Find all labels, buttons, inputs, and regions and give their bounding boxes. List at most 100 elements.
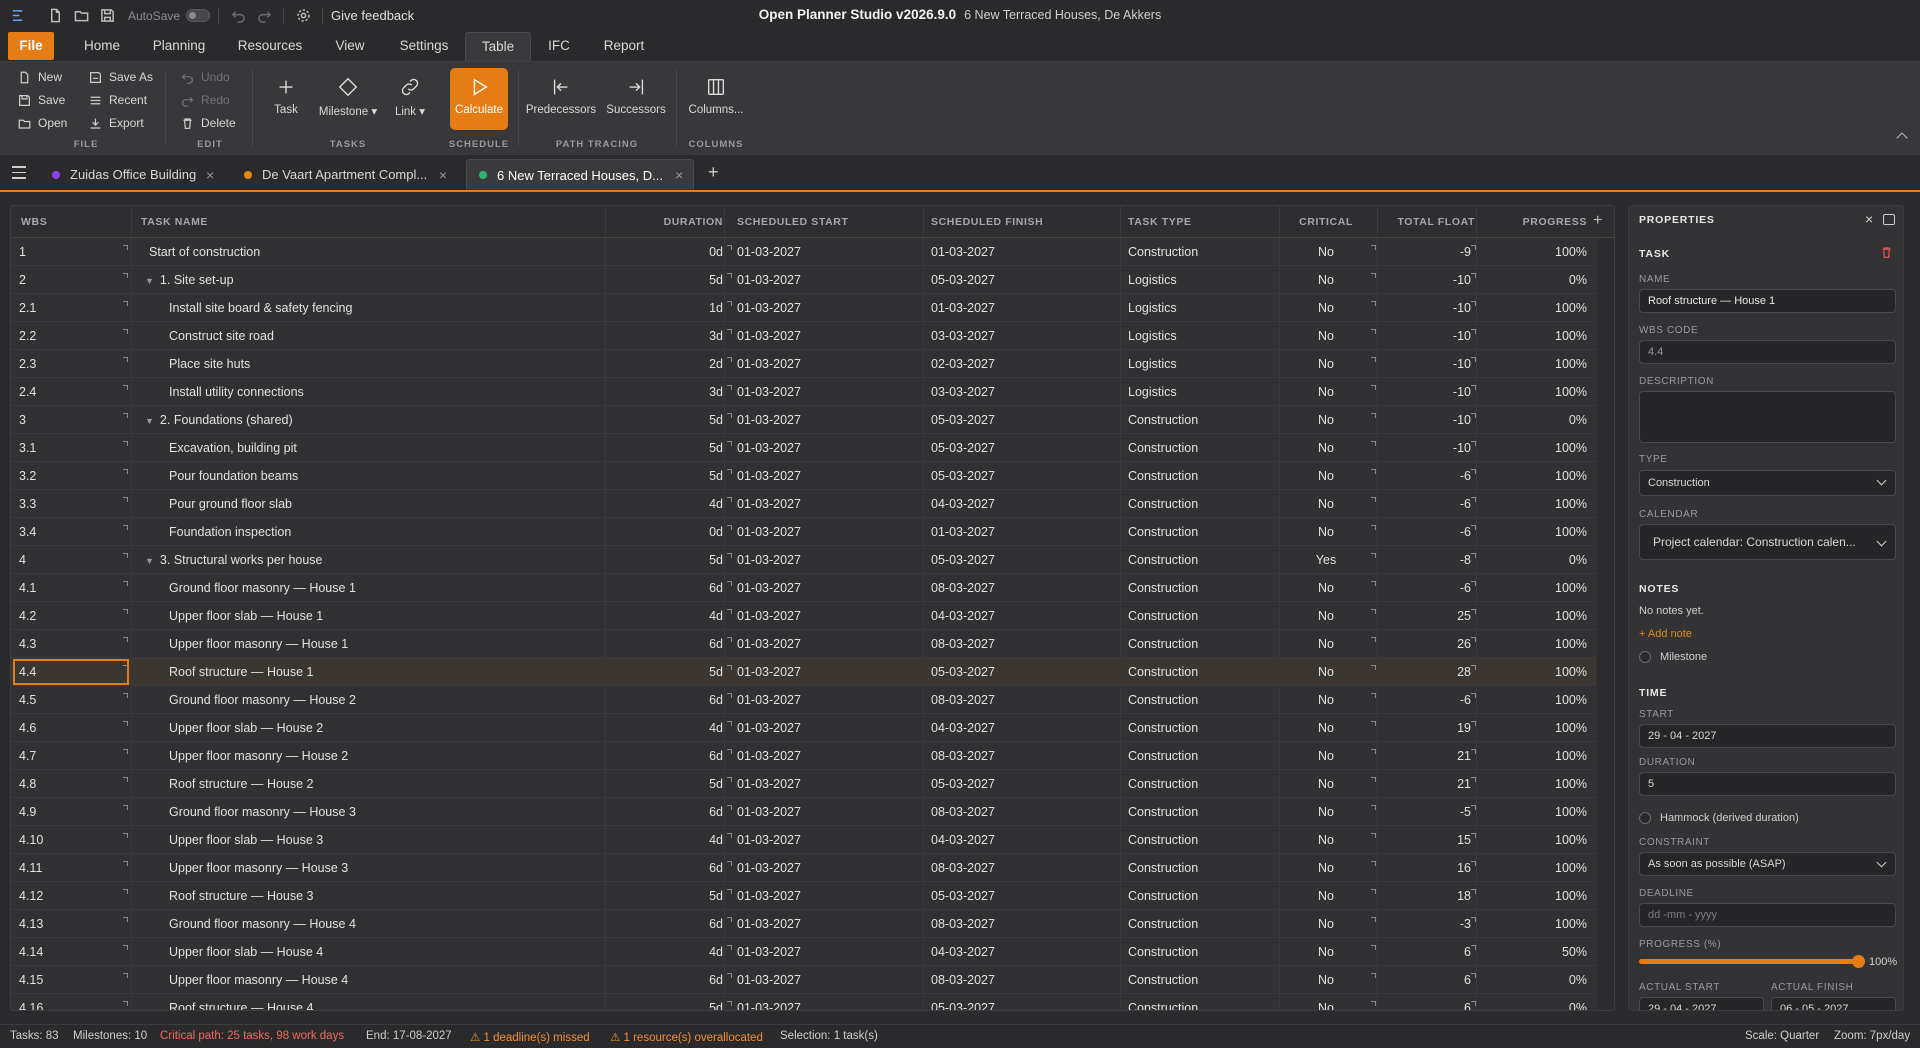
table-row[interactable]: 4.12 Roof structure — House 3 5d 01-03-2027… [11, 882, 1596, 910]
table-row[interactable]: 3.3 Pour ground floor slab 4d 01-03-2027 04-… [11, 490, 1596, 518]
task-type-select[interactable]: Construction [1639, 470, 1896, 496]
cell-wbs[interactable]: 4.10 [19, 826, 119, 854]
table-row[interactable]: 4.5 Ground floor masonry — House 2 6d 01-03… [11, 686, 1596, 714]
table-row[interactable]: 4.2 Upper floor slab — House 1 4d 01-03-202… [11, 602, 1596, 630]
status-critical-path[interactable]: Critical path: 25 tasks, 98 work days [160, 1030, 344, 1042]
cell-wbs[interactable]: 2.1 [19, 294, 119, 322]
cell-wbs[interactable]: 4.4 [19, 658, 119, 686]
redo-icon[interactable] [253, 5, 275, 27]
cell-progress[interactable]: 100% [1477, 826, 1587, 854]
cell-duration[interactable]: 6d [611, 966, 723, 994]
cell-total-float[interactable]: -8 [1377, 546, 1471, 574]
cell-task-name[interactable]: Roof structure — House 4 [169, 994, 595, 1010]
cell-task-type[interactable]: Construction [1128, 406, 1268, 434]
cell-scheduled-start[interactable]: 01-03-2027 [737, 714, 917, 742]
cell-task-type[interactable]: Construction [1128, 630, 1268, 658]
status-zoom[interactable]: Zoom: 7px/day [1834, 1030, 1910, 1042]
cell-duration[interactable]: 5d [611, 434, 723, 462]
cell-total-float[interactable]: -9 [1377, 238, 1471, 266]
calendar-select[interactable]: Project calendar: Construction calen... [1639, 524, 1896, 560]
cell-scheduled-start[interactable]: 01-03-2027 [737, 350, 917, 378]
cell-wbs[interactable]: 4.12 [19, 882, 119, 910]
cell-scheduled-finish[interactable]: 05-03-2027 [931, 434, 1111, 462]
cell-scheduled-finish[interactable]: 05-03-2027 [931, 994, 1111, 1010]
cell-wbs[interactable]: 4.9 [19, 798, 119, 826]
cell-task-type[interactable]: Construction [1128, 938, 1268, 966]
status-overallocation-warning[interactable]: ⚠ 1 resource(s) overallocated [610, 1030, 763, 1044]
cell-critical[interactable]: No [1279, 854, 1373, 882]
cell-duration[interactable]: 5d [611, 994, 723, 1010]
collapse-ribbon-chevron-icon[interactable] [1896, 132, 1908, 144]
menu-tab-home[interactable]: Home [72, 32, 132, 60]
dock-panel-icon[interactable] [1883, 214, 1895, 225]
column-header-scheduled-finish[interactable]: SCHEDULED FINISH [931, 206, 1043, 238]
cell-duration[interactable]: 6d [611, 742, 723, 770]
save-button[interactable]: Save [18, 91, 65, 109]
add-task-button[interactable]: Task [266, 68, 306, 130]
table-row[interactable]: 4.4 Roof structure — House 1 5d 01-03-2027 0… [11, 658, 1596, 686]
cell-task-name[interactable]: Upper floor slab — House 3 [169, 826, 595, 854]
cell-scheduled-finish[interactable]: 05-03-2027 [931, 406, 1111, 434]
cell-task-type[interactable]: Construction [1128, 910, 1268, 938]
cell-task-type[interactable]: Logistics [1128, 266, 1268, 294]
cell-scheduled-start[interactable]: 01-03-2027 [737, 966, 917, 994]
undo-icon[interactable] [227, 5, 249, 27]
cell-critical[interactable]: No [1279, 406, 1373, 434]
cell-scheduled-finish[interactable]: 05-03-2027 [931, 882, 1111, 910]
cell-task-name[interactable]: Construct site road [169, 322, 595, 350]
cell-task-name[interactable]: Install site board & safety fencing [169, 294, 595, 322]
constraint-select[interactable]: As soon as possible (ASAP) [1639, 852, 1896, 876]
cell-scheduled-finish[interactable]: 08-03-2027 [931, 630, 1111, 658]
status-scale[interactable]: Scale: Quarter [1745, 1030, 1819, 1042]
cell-task-name[interactable]: Pour foundation beams [169, 462, 595, 490]
cell-critical[interactable]: No [1279, 910, 1373, 938]
cell-critical[interactable]: No [1279, 882, 1373, 910]
cell-progress[interactable]: 100% [1477, 630, 1587, 658]
cell-task-name[interactable]: Start of construction [149, 238, 595, 266]
column-header-duration[interactable]: DURATION [611, 206, 723, 238]
cell-total-float[interactable]: 6 [1377, 938, 1471, 966]
doc-tab-de-vaart[interactable]: De Vaart Apartment Compl... × [232, 159, 456, 190]
cell-total-float[interactable]: -6 [1377, 686, 1471, 714]
cell-task-type[interactable]: Construction [1128, 994, 1268, 1010]
cell-total-float[interactable]: -10 [1377, 406, 1471, 434]
cell-wbs[interactable]: 4.11 [19, 854, 119, 882]
cell-progress[interactable]: 0% [1477, 266, 1587, 294]
cell-task-name[interactable]: Pour ground floor slab [169, 490, 595, 518]
autosave-toggle[interactable] [186, 9, 211, 22]
cell-duration[interactable]: 0d [611, 238, 723, 266]
progress-slider-handle[interactable] [1852, 955, 1865, 968]
cell-total-float[interactable]: -6 [1377, 462, 1471, 490]
cell-total-float[interactable]: 28 [1377, 658, 1471, 686]
cell-task-name[interactable]: Upper floor slab — House 1 [169, 602, 595, 630]
cell-task-type[interactable]: Logistics [1128, 294, 1268, 322]
cell-critical[interactable]: No [1279, 658, 1373, 686]
cell-total-float[interactable]: 19 [1377, 714, 1471, 742]
cell-critical[interactable]: No [1279, 602, 1373, 630]
cell-total-float[interactable]: -10 [1377, 350, 1471, 378]
cell-total-float[interactable]: 21 [1377, 770, 1471, 798]
table-row[interactable]: 4.11 Upper floor masonry — House 3 6d 01-03… [11, 854, 1596, 882]
vertical-scrollbar[interactable] [1597, 238, 1614, 1010]
menu-tab-resources[interactable]: Resources [230, 32, 310, 60]
cell-progress[interactable]: 100% [1477, 882, 1587, 910]
cell-duration[interactable]: 6d [611, 630, 723, 658]
cell-task-name[interactable]: ▼ 1. Site set-up [145, 266, 595, 294]
cell-task-name[interactable]: Ground floor masonry — House 4 [169, 910, 595, 938]
cell-total-float[interactable]: -6 [1377, 518, 1471, 546]
cell-task-type[interactable]: Construction [1128, 826, 1268, 854]
cell-task-name[interactable]: Place site huts [169, 350, 595, 378]
cell-wbs[interactable]: 1 [19, 238, 119, 266]
cell-critical[interactable]: No [1279, 518, 1373, 546]
cell-scheduled-start[interactable]: 01-03-2027 [737, 798, 917, 826]
table-row[interactable]: 4.10 Upper floor slab — House 3 4d 01-03-20… [11, 826, 1596, 854]
cell-scheduled-start[interactable]: 01-03-2027 [737, 434, 917, 462]
cell-progress[interactable]: 100% [1477, 322, 1587, 350]
cell-total-float[interactable]: -10 [1377, 266, 1471, 294]
cell-task-name[interactable]: Upper floor masonry — House 4 [169, 966, 595, 994]
give-feedback-link[interactable]: Give feedback [331, 8, 414, 23]
cell-scheduled-finish[interactable]: 04-03-2027 [931, 938, 1111, 966]
duration-input[interactable]: 5 [1639, 772, 1896, 796]
cell-task-name[interactable]: Ground floor masonry — House 3 [169, 798, 595, 826]
cell-duration[interactable]: 6d [611, 798, 723, 826]
